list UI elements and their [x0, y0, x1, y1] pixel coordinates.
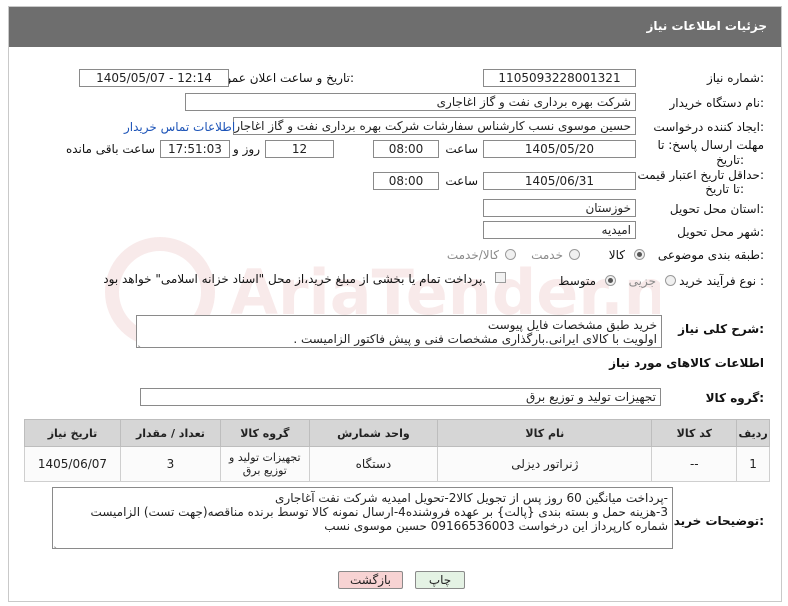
- summary-line-1: خرید طبق مشخصات فایل پیوست: [487, 318, 657, 332]
- category-option-goods-service: کالا/خدمت: [446, 248, 499, 262]
- announce-label: تاریخ و ساعت اعلان عمومی:: [209, 71, 354, 85]
- goods-group-field: تجهیزات تولید و توزیع برق: [140, 388, 661, 406]
- th-unit: واحد شمارش: [308, 419, 439, 447]
- buyer-notes-line-1: -پرداخت میانگین 60 روز پس از تجویل کالا2…: [275, 491, 668, 505]
- process-label: نوع فرآیند خرید :: [679, 274, 764, 288]
- cell-code: --: [651, 446, 738, 482]
- price-validity-date-field: 1405/06/31: [483, 172, 636, 190]
- summary-line-2: اولویت با کالای ایرانی.بارگذاری مشخصات ف…: [293, 332, 657, 346]
- buyer-notes-label: توضیحات خریدار:: [662, 514, 764, 528]
- category-radio-goods-service[interactable]: [505, 249, 516, 260]
- cell-name: ژنراتور دیزلی: [437, 446, 653, 482]
- category-radio-goods[interactable]: [634, 249, 645, 260]
- deadline-label-1: مهلت ارسال پاسخ: تا: [657, 138, 764, 152]
- summary-textarea[interactable]: خرید طبق مشخصات فایل پیوست اولویت با کال…: [136, 315, 662, 348]
- price-validity-time-field: 08:00: [373, 172, 439, 190]
- th-code: کد کالا: [651, 419, 738, 447]
- cell-qty: 3: [119, 446, 221, 482]
- price-validity-time-label: ساعت: [445, 174, 478, 188]
- deadline-label-2: تاریخ:: [716, 153, 744, 167]
- deadline-time-field: 08:00: [373, 140, 439, 158]
- buyer-org-label: نام دستگاه خریدار:: [669, 96, 765, 110]
- goods-group-label: گروه کالا:: [705, 391, 764, 405]
- process-radio-medium[interactable]: [605, 275, 616, 286]
- cell-group: تجهیزات تولید و توزیع برق: [219, 446, 310, 482]
- need-number-label: شماره نیاز:: [706, 71, 764, 85]
- buyer-org-field: شرکت بهره برداری نفت و گاز اغاجاری: [185, 93, 636, 111]
- category-label: طبقه بندی موضوعی:: [657, 248, 764, 262]
- back-button[interactable]: بازگشت: [338, 571, 403, 589]
- goods-info-title: اطلاعات کالاهای مورد نیاز: [609, 356, 764, 370]
- th-name: نام کالا: [437, 419, 653, 447]
- buyer-contact-link[interactable]: اطلاعات تماس خریدار: [124, 120, 235, 134]
- items-table: ردیف کد کالا نام کالا واحد شمارش گروه کا…: [24, 419, 770, 482]
- panel-title: جزئیات اطلاعات نیاز: [646, 19, 767, 33]
- city-field: امیدیه: [483, 221, 636, 239]
- deadline-remaining-label: ساعت باقی مانده: [65, 142, 155, 156]
- th-group: گروه کالا: [219, 419, 310, 447]
- th-date: تاریخ نیاز: [24, 419, 121, 447]
- cell-date: 1405/06/07: [24, 446, 121, 482]
- cell-row: 1: [736, 446, 770, 482]
- requester-label: ایجاد کننده درخواست:: [653, 120, 764, 134]
- category-option-goods: کالا: [608, 248, 625, 262]
- table-header-row: ردیف کد کالا نام کالا واحد شمارش گروه کا…: [24, 419, 770, 447]
- price-validity-label-1: حداقل تاریخ اعتبار قیمت:: [637, 168, 764, 182]
- buyer-notes-textarea[interactable]: -پرداخت میانگین 60 روز پس از تجویل کالا2…: [52, 487, 673, 549]
- print-button[interactable]: چاپ: [415, 571, 465, 589]
- province-label: استان محل تحویل:: [669, 202, 764, 216]
- process-radio-minor[interactable]: [665, 275, 676, 286]
- city-label: شهر محل تحویل:: [677, 225, 764, 239]
- deadline-days-label: روز و: [233, 142, 260, 156]
- table-row: 1 -- ژنراتور دیزلی دستگاه تجهیزات تولید …: [24, 446, 770, 482]
- need-number-field: 1105093228001321: [483, 69, 636, 87]
- payment-checkbox[interactable]: [495, 272, 506, 283]
- payment-note: پرداخت تمام یا بخشی از مبلغ خرید،از محل …: [103, 272, 486, 286]
- deadline-remaining-field: 17:51:03: [160, 140, 230, 158]
- deadline-time-label: ساعت: [445, 142, 478, 156]
- process-option-minor: جزیی: [628, 274, 656, 288]
- announce-field: 1405/05/07 - 12:14: [79, 69, 229, 87]
- buyer-notes-line-2: 3-هزینه حمل و بسته بندی {پالت} بر عهده ف…: [90, 505, 668, 519]
- resize-grip-icon[interactable]: [54, 539, 62, 547]
- th-qty: تعداد / مقدار: [119, 419, 221, 447]
- category-option-service: خدمت: [531, 248, 563, 262]
- deadline-days-field: 12: [265, 140, 334, 158]
- cell-unit: دستگاه: [308, 446, 439, 482]
- th-row: ردیف: [736, 419, 770, 447]
- deadline-date-field: 1405/05/20: [483, 140, 636, 158]
- summary-label: شرح کلی نیاز:: [678, 322, 764, 336]
- price-validity-label-2: تا تاریخ:: [705, 182, 744, 196]
- buyer-notes-line-3: شماره کارپرداز این درخواست 09166536003 ح…: [324, 519, 668, 533]
- resize-grip-icon[interactable]: [138, 338, 146, 346]
- requester-field: حسین موسوی نسب کارشناس سفارشات شرکت بهره…: [233, 117, 636, 135]
- category-radio-service[interactable]: [569, 249, 580, 260]
- province-field: خوزستان: [483, 199, 636, 217]
- panel-header: جزئیات اطلاعات نیاز: [9, 7, 781, 47]
- process-option-medium: متوسط: [558, 274, 596, 288]
